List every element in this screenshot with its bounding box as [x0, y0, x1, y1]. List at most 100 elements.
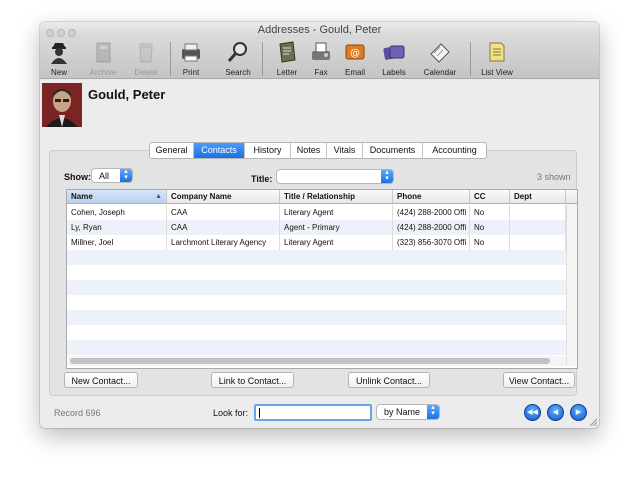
cell-name: Cohen, Joseph	[67, 205, 167, 220]
cell-title: Agent - Primary	[280, 220, 393, 235]
cell-company: CAA	[167, 205, 280, 220]
cell-name: Millner, Joel	[67, 235, 167, 250]
labels-icon	[383, 45, 405, 60]
cell-company: Larchmont Literary Agency	[167, 235, 280, 250]
view-contact-button[interactable]: View Contact...	[503, 372, 575, 388]
search-mode-popup[interactable]: by Name ▴ ▾	[376, 404, 440, 420]
avatar-photo	[42, 83, 82, 127]
cell-dept	[510, 205, 566, 220]
new-label: New	[50, 68, 67, 77]
previous-icon: ◀	[552, 409, 559, 416]
record-number: Record 696	[54, 408, 101, 418]
window-title: Addresses - Gould, Peter	[257, 24, 382, 36]
tab-accounting[interactable]: Accounting	[423, 143, 486, 158]
fax-label: Fax	[314, 68, 328, 77]
first-record-button[interactable]: ◀◀	[524, 404, 541, 421]
empty-row	[67, 250, 566, 265]
list-view-icon	[489, 42, 505, 62]
svg-text:@: @	[350, 48, 360, 59]
popup-arrows-icon: ▴ ▾	[381, 169, 393, 183]
archive-button[interactable]: Archive	[86, 40, 120, 78]
table-header: Name ▲ Company Name Title / Relationship…	[67, 190, 577, 204]
search-button[interactable]: Search	[221, 40, 255, 78]
cell-dept	[510, 220, 566, 235]
new-contact-button[interactable]: New Contact...	[64, 372, 138, 388]
tab-contacts[interactable]: Contacts	[194, 143, 245, 158]
show-value: All	[99, 171, 110, 181]
tab-general[interactable]: General	[150, 143, 194, 158]
cell-cc: No	[470, 235, 510, 250]
email-button[interactable]: @ Email	[338, 40, 372, 78]
table-row[interactable]: Cohen, Joseph CAA Literary Agent (424) 2…	[67, 205, 566, 220]
show-popup[interactable]: All ▴ ▾	[91, 168, 133, 183]
new-button[interactable]: New	[42, 40, 76, 78]
rewind-icon: ◀◀	[527, 409, 538, 416]
table-row[interactable]: Ly, Ryan CAA Agent - Primary (424) 288-2…	[67, 220, 566, 235]
search-label: Search	[225, 68, 251, 77]
fax-machine-icon	[312, 42, 330, 60]
list-view-label: List View	[481, 68, 513, 77]
labels-button[interactable]: Labels	[377, 40, 411, 78]
calendar-button[interactable]: Calendar	[423, 40, 457, 78]
table-row[interactable]: Millner, Joel Larchmont Literary Agency …	[67, 235, 566, 250]
search-mode-value: by Name	[384, 407, 421, 417]
letter-button[interactable]: Letter	[270, 40, 304, 78]
tab-notes[interactable]: Notes	[291, 143, 327, 158]
email-icon: @	[345, 44, 365, 60]
print-button[interactable]: Print	[174, 40, 208, 78]
cell-dept	[510, 235, 566, 250]
minimize-window-icon[interactable]	[57, 29, 65, 37]
labels-label: Labels	[382, 68, 406, 77]
next-record-button[interactable]: ▶	[570, 404, 587, 421]
calendar-label: Calendar	[423, 68, 457, 77]
title-bar[interactable]: Addresses - Gould, Peter	[40, 22, 599, 38]
tab-history[interactable]: History	[245, 143, 291, 158]
toolbar-separator	[262, 42, 263, 76]
print-label: Print	[182, 68, 200, 77]
close-window-icon[interactable]	[46, 29, 54, 37]
look-for-input[interactable]	[254, 404, 372, 421]
letter-icon	[279, 41, 296, 63]
tab-documents[interactable]: Documents	[363, 143, 423, 158]
column-header-phone[interactable]: Phone	[393, 190, 470, 203]
resize-grip-icon[interactable]	[589, 418, 597, 426]
cell-name: Ly, Ryan	[67, 220, 167, 235]
email-label: Email	[344, 68, 365, 77]
cell-phone: (424) 288-2000 Offi	[393, 205, 470, 220]
magnifier-icon	[227, 42, 247, 62]
unlink-contact-button[interactable]: Unlink Contact...	[348, 372, 430, 388]
calendar-icon	[430, 43, 450, 63]
show-label: Show:	[64, 172, 91, 182]
cell-phone: (424) 288-2000 Offi	[393, 220, 470, 235]
title-popup[interactable]: ▴ ▾	[276, 169, 394, 184]
horizontal-scrollbar[interactable]	[68, 356, 566, 366]
tab-vitals[interactable]: Vitals	[327, 143, 363, 158]
printer-icon	[182, 43, 200, 62]
toolbar: New Archive Delete Print Search Letter F…	[40, 38, 599, 79]
previous-record-button[interactable]: ◀	[547, 404, 564, 421]
cell-phone: (323) 856-3070 Offi	[393, 235, 470, 250]
look-for-label: Look for:	[213, 408, 249, 418]
next-icon: ▶	[575, 409, 582, 416]
fax-button[interactable]: Fax	[304, 40, 338, 78]
person-silhouette-icon	[51, 43, 67, 64]
column-header-title[interactable]: Title / Relationship	[280, 190, 393, 203]
empty-row	[67, 265, 566, 280]
vertical-scrollbar[interactable]	[566, 204, 577, 366]
empty-row	[67, 340, 566, 355]
delete-button[interactable]: Delete	[129, 40, 163, 78]
column-header-name[interactable]: Name ▲	[67, 190, 167, 203]
sort-ascending-icon: ▲	[155, 193, 162, 200]
contacts-table: Name ▲ Company Name Title / Relationship…	[66, 189, 578, 369]
link-to-contact-button[interactable]: Link to Contact...	[211, 372, 294, 388]
list-view-button[interactable]: List View	[480, 40, 514, 78]
toolbar-separator	[470, 42, 471, 76]
horizontal-scroll-thumb[interactable]	[70, 358, 550, 364]
column-header-cc[interactable]: CC	[470, 190, 510, 203]
cell-title: Literary Agent	[280, 235, 393, 250]
zoom-window-icon[interactable]	[68, 29, 76, 37]
empty-row	[67, 280, 566, 295]
avatar	[42, 83, 82, 127]
column-header-company[interactable]: Company Name	[167, 190, 280, 203]
column-header-dept[interactable]: Dept	[510, 190, 566, 203]
